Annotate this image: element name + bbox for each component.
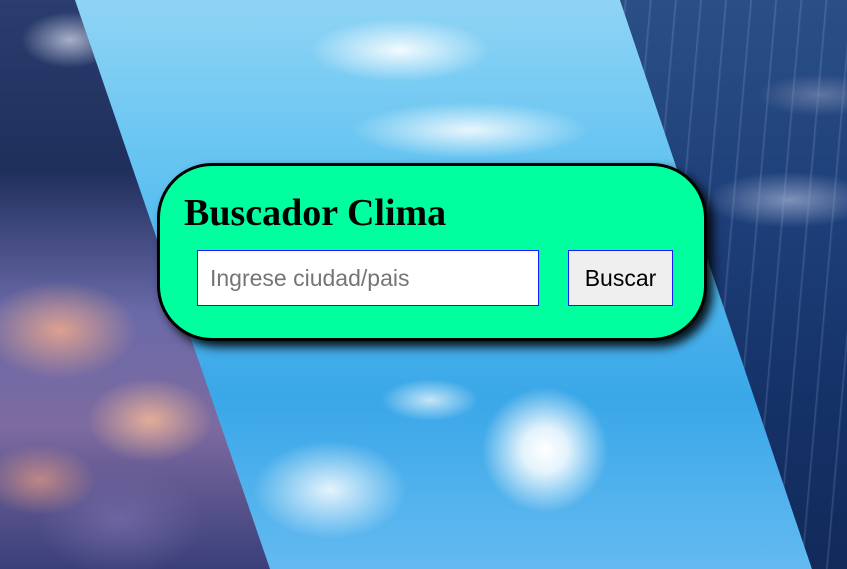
search-button[interactable]: Buscar — [568, 250, 673, 306]
weather-search-card: Buscador Clima Buscar — [157, 163, 707, 341]
app-title: Buscador Clima — [184, 192, 447, 234]
city-search-input[interactable] — [197, 250, 539, 306]
